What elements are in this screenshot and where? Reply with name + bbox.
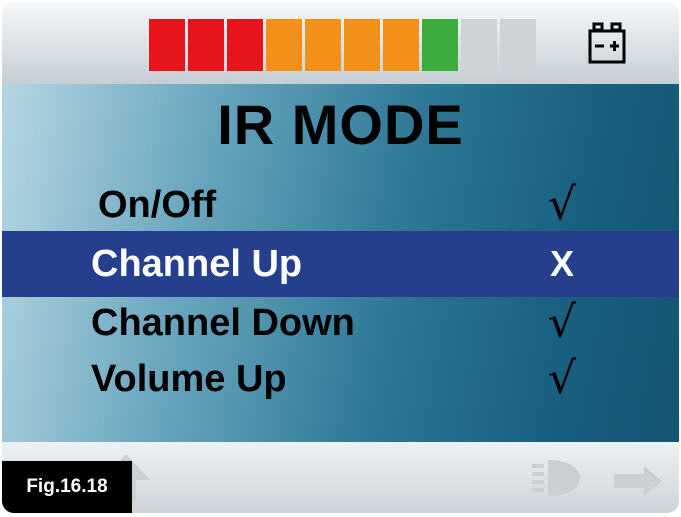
display-screen: IR MODE On/Off √ Channel Up X Channel Do… (2, 2, 679, 513)
menu-item-label: Volume Up (91, 358, 287, 400)
gauge-segment (149, 19, 185, 71)
check-icon: √ (547, 353, 577, 404)
gauge-segment (500, 19, 536, 71)
gauge-segment (227, 19, 263, 71)
menu-item-label: Channel Up (91, 243, 303, 285)
menu-panel: IR MODE On/Off √ Channel Up X Channel Do… (2, 84, 679, 442)
gauge-segment (422, 19, 458, 71)
gauge-segment (344, 19, 380, 71)
right-arrow-icon[interactable] (612, 464, 664, 498)
gauge-segment (188, 19, 224, 71)
gauge-segment (305, 19, 341, 71)
menu-item-label: On/Off (98, 184, 217, 226)
battery-icon (588, 22, 626, 64)
menu-item-on-off[interactable]: On/Off √ (2, 172, 679, 238)
gauge-segment (383, 19, 419, 71)
page-title: IR MODE (217, 93, 464, 156)
figure-label: Fig.16.18 (2, 461, 132, 513)
gauge-segment (461, 19, 497, 71)
gauge-segment (266, 19, 302, 71)
battery-gauge (149, 19, 536, 71)
status-bar (2, 2, 679, 84)
cross-icon: X (549, 243, 574, 284)
menu-item-volume-up[interactable]: Volume Up √ (2, 346, 679, 412)
check-icon: √ (547, 179, 577, 230)
menu-item-channel-up[interactable]: Channel Up X (2, 231, 679, 297)
lamp-icon[interactable] (530, 456, 582, 500)
